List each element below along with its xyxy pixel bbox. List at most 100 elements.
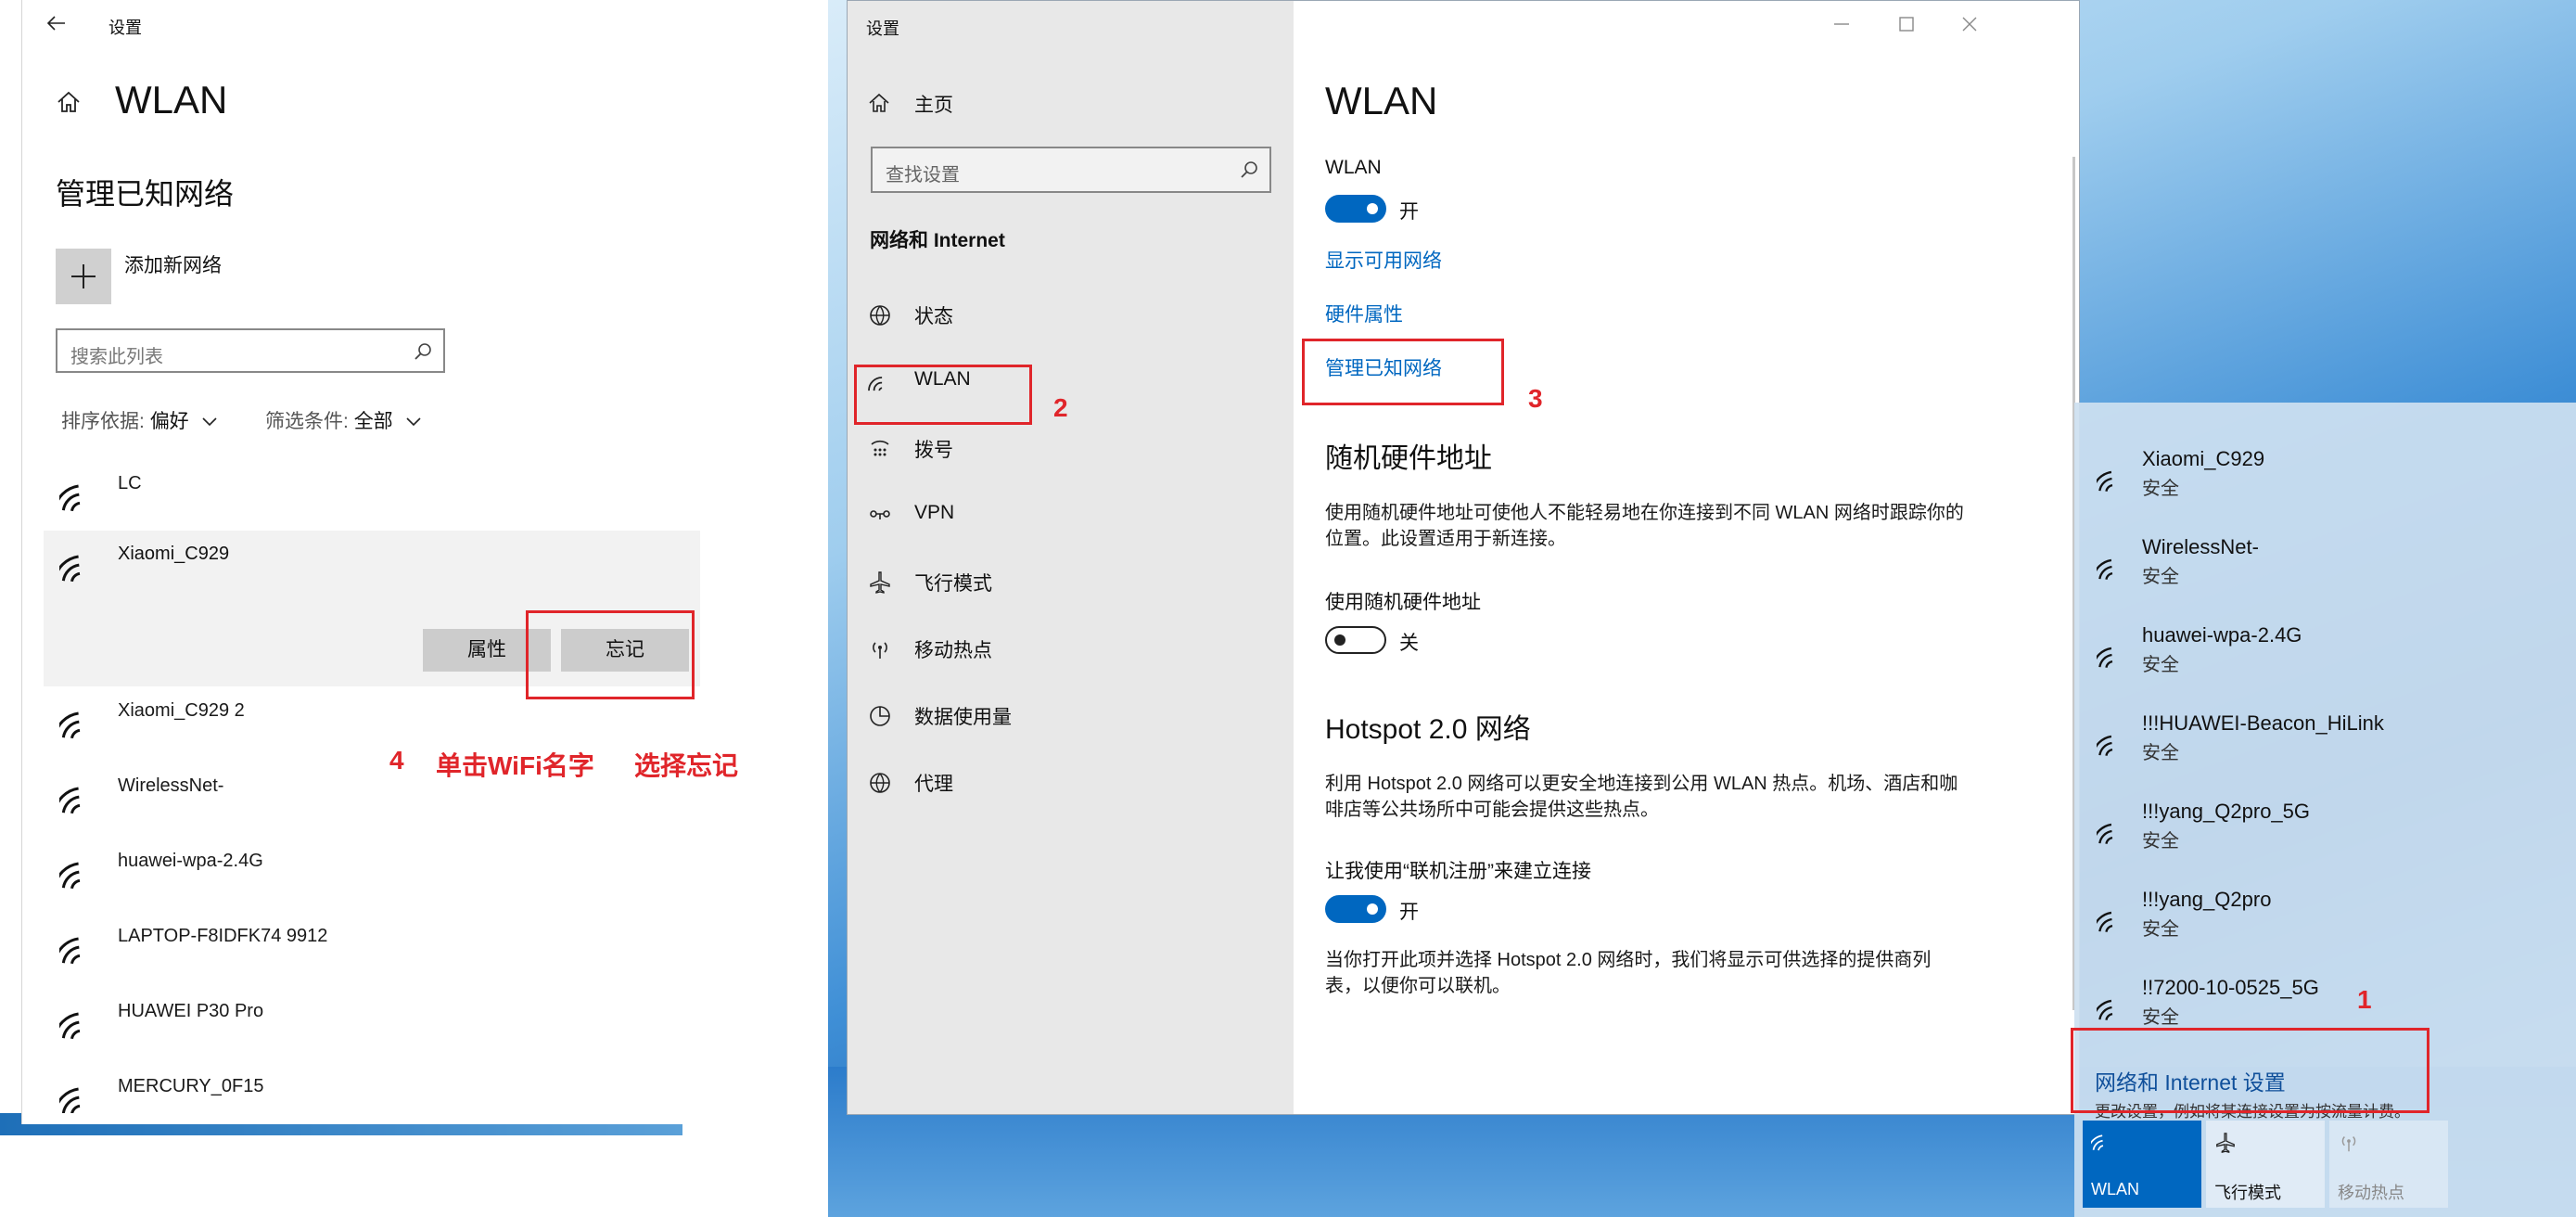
network-name: !!!yang_Q2pro_5G — [2142, 800, 2311, 823]
section-title: 管理已知网络 — [56, 177, 235, 211]
online-signup-toggle[interactable] — [1325, 895, 1386, 923]
wlan-label: WLAN — [1325, 157, 1382, 178]
wlan-toggle[interactable] — [1325, 195, 1386, 223]
network-settings-highlight-box — [2071, 1028, 2429, 1113]
wifi-icon — [2097, 908, 2128, 936]
flyout-network-item[interactable]: !!!HUAWEI-Beacon_HiLink 安全 — [2074, 697, 2576, 785]
show-networks-link[interactable]: 显示可用网络 — [1325, 246, 1442, 274]
airplane-icon — [868, 570, 892, 595]
network-status: 安全 — [2142, 655, 2179, 675]
tile-label: 飞行模式 — [2214, 1184, 2281, 1202]
wifi-icon — [59, 480, 100, 516]
flyout-network-item[interactable]: Xiaomi_C929 安全 — [2074, 432, 2576, 520]
minimize-icon[interactable] — [1831, 14, 1852, 34]
globe-icon — [868, 771, 892, 795]
known-network-row[interactable]: LAPTOP-F8IDFK74 9912 — [22, 913, 681, 987]
add-network-button[interactable] — [56, 249, 111, 304]
flyout-network-item[interactable]: !!!yang_Q2pro_5G 安全 — [2074, 785, 2576, 873]
network-name: Xiaomi_C929 — [118, 544, 230, 564]
wlan-quick-tile[interactable]: WLAN — [2083, 1121, 2201, 1208]
nav-home[interactable]: 主页 — [848, 71, 1294, 138]
hotspot-title: Hotspot 2.0 网络 — [1325, 714, 1531, 745]
wifi-icon — [59, 1083, 100, 1113]
forget-highlight-box — [526, 610, 695, 699]
nav-label: 飞行模式 — [914, 573, 992, 595]
step-number: 3 — [1528, 384, 1543, 413]
nav-label: 拨号 — [914, 440, 953, 461]
network-name: WirelessNet- — [2142, 535, 2259, 558]
network-name: !!7200-10-0525_5G — [2142, 976, 2319, 999]
random-hw-toggle[interactable] — [1325, 626, 1386, 654]
flyout-network-item[interactable]: huawei-wpa-2.4G 安全 — [2074, 608, 2576, 697]
maximize-icon[interactable] — [1896, 14, 1917, 34]
category-heading: 网络和 Internet — [870, 230, 1005, 251]
network-name: HUAWEI P30 Pro — [118, 1001, 264, 1021]
step-number: 1 — [2357, 985, 2372, 1014]
dialup-icon — [868, 437, 892, 461]
sort-dropdown[interactable]: 排序依据: 偏好 — [61, 406, 217, 434]
chevron-down-icon — [405, 417, 421, 427]
step-number: 2 — [1053, 393, 1068, 422]
flyout-network-item[interactable]: WirelessNet- 安全 — [2074, 520, 2576, 608]
known-network-row[interactable]: MERCURY_0F15 — [22, 1063, 681, 1113]
back-arrow-icon[interactable] — [46, 13, 67, 33]
flyout-network-item[interactable]: !!!yang_Q2pro 安全 — [2074, 873, 2576, 961]
search-icon[interactable] — [414, 342, 432, 361]
known-network-row[interactable]: huawei-wpa-2.4G — [22, 838, 681, 912]
nav-label: VPN — [914, 502, 955, 523]
hardware-properties-link[interactable]: 硬件属性 — [1325, 300, 1403, 327]
hotspot-icon — [2338, 1132, 2360, 1154]
random-hw-label: 使用随机硬件地址 — [1325, 592, 1481, 613]
known-network-row[interactable]: LC — [22, 460, 681, 534]
search-icon[interactable] — [1240, 160, 1258, 179]
online-signup-label: 让我使用“联机注册”来建立连接 — [1325, 861, 1591, 882]
settings-content: WLAN WLAN 开 显示可用网络 硬件属性 管理已知网络 随机硬件地址 使用… — [1294, 1, 2079, 1114]
nav-proxy[interactable]: 代理 — [848, 750, 1294, 817]
nav-label: 代理 — [914, 774, 953, 795]
hotspot-quick-tile[interactable]: 移动热点 — [2329, 1121, 2448, 1208]
nav-data-usage[interactable]: 数据使用量 — [848, 684, 1294, 750]
network-name: MERCURY_0F15 — [118, 1076, 264, 1096]
network-status: 安全 — [2142, 567, 2179, 587]
manage-link-highlight-box — [1302, 339, 1504, 405]
add-network-label: 添加新网络 — [124, 255, 222, 276]
known-network-row[interactable]: HUAWEI P30 Pro — [22, 988, 681, 1062]
filter-label: 筛选条件: — [265, 411, 349, 432]
search-list-input[interactable]: 搜索此列表 — [56, 328, 445, 373]
wifi-icon — [59, 858, 100, 893]
airplane-icon — [2214, 1132, 2237, 1154]
network-status: 安全 — [2142, 479, 2179, 499]
nav-airplane[interactable]: 飞行模式 — [848, 550, 1294, 617]
page-title: WLAN — [1325, 79, 1438, 122]
nav-label: 移动热点 — [914, 640, 992, 661]
random-hw-state: 关 — [1399, 633, 1419, 654]
wifi-icon — [2097, 820, 2128, 848]
data-usage-icon — [868, 704, 892, 728]
random-hw-desc: 使用随机硬件地址可使他人不能轻易地在你连接到不同 WLAN 网络时跟踪你的位置。… — [1325, 503, 1964, 549]
close-icon[interactable] — [1959, 14, 1980, 34]
chevron-down-icon — [201, 417, 217, 427]
step-text: 选择忘记 — [634, 751, 739, 780]
vpn-icon — [868, 504, 892, 528]
network-name: Xiaomi_C929 2 — [118, 700, 245, 721]
nav-vpn[interactable]: VPN — [848, 483, 1294, 550]
hotspot-icon — [868, 637, 892, 661]
nav-status[interactable]: 状态 — [848, 283, 1294, 350]
home-icon[interactable] — [56, 89, 82, 115]
wifi-icon — [59, 551, 100, 586]
network-status: 安全 — [2142, 1007, 2179, 1028]
network-name: huawei-wpa-2.4G — [118, 851, 263, 871]
network-status: 安全 — [2142, 919, 2179, 940]
network-name: !!!yang_Q2pro — [2142, 888, 2272, 911]
nav-hotspot[interactable]: 移动热点 — [848, 617, 1294, 684]
network-name: LAPTOP-F8IDFK74 9912 — [118, 926, 328, 946]
wifi-icon — [2097, 644, 2128, 672]
wlan-nav-highlight-box — [854, 365, 1032, 425]
wifi-icon — [2097, 996, 2128, 1024]
hotspot-desc: 利用 Hotspot 2.0 网络可以更安全地连接到公用 WLAN 热点。机场、… — [1325, 774, 1958, 820]
settings-search-input[interactable]: 查找设置 — [871, 147, 1271, 193]
airplane-quick-tile[interactable]: 飞行模式 — [2206, 1121, 2325, 1208]
wifi-icon — [2097, 468, 2128, 495]
nav-dialup[interactable]: 拨号 — [848, 416, 1294, 483]
filter-dropdown[interactable]: 筛选条件: 全部 — [265, 406, 421, 434]
